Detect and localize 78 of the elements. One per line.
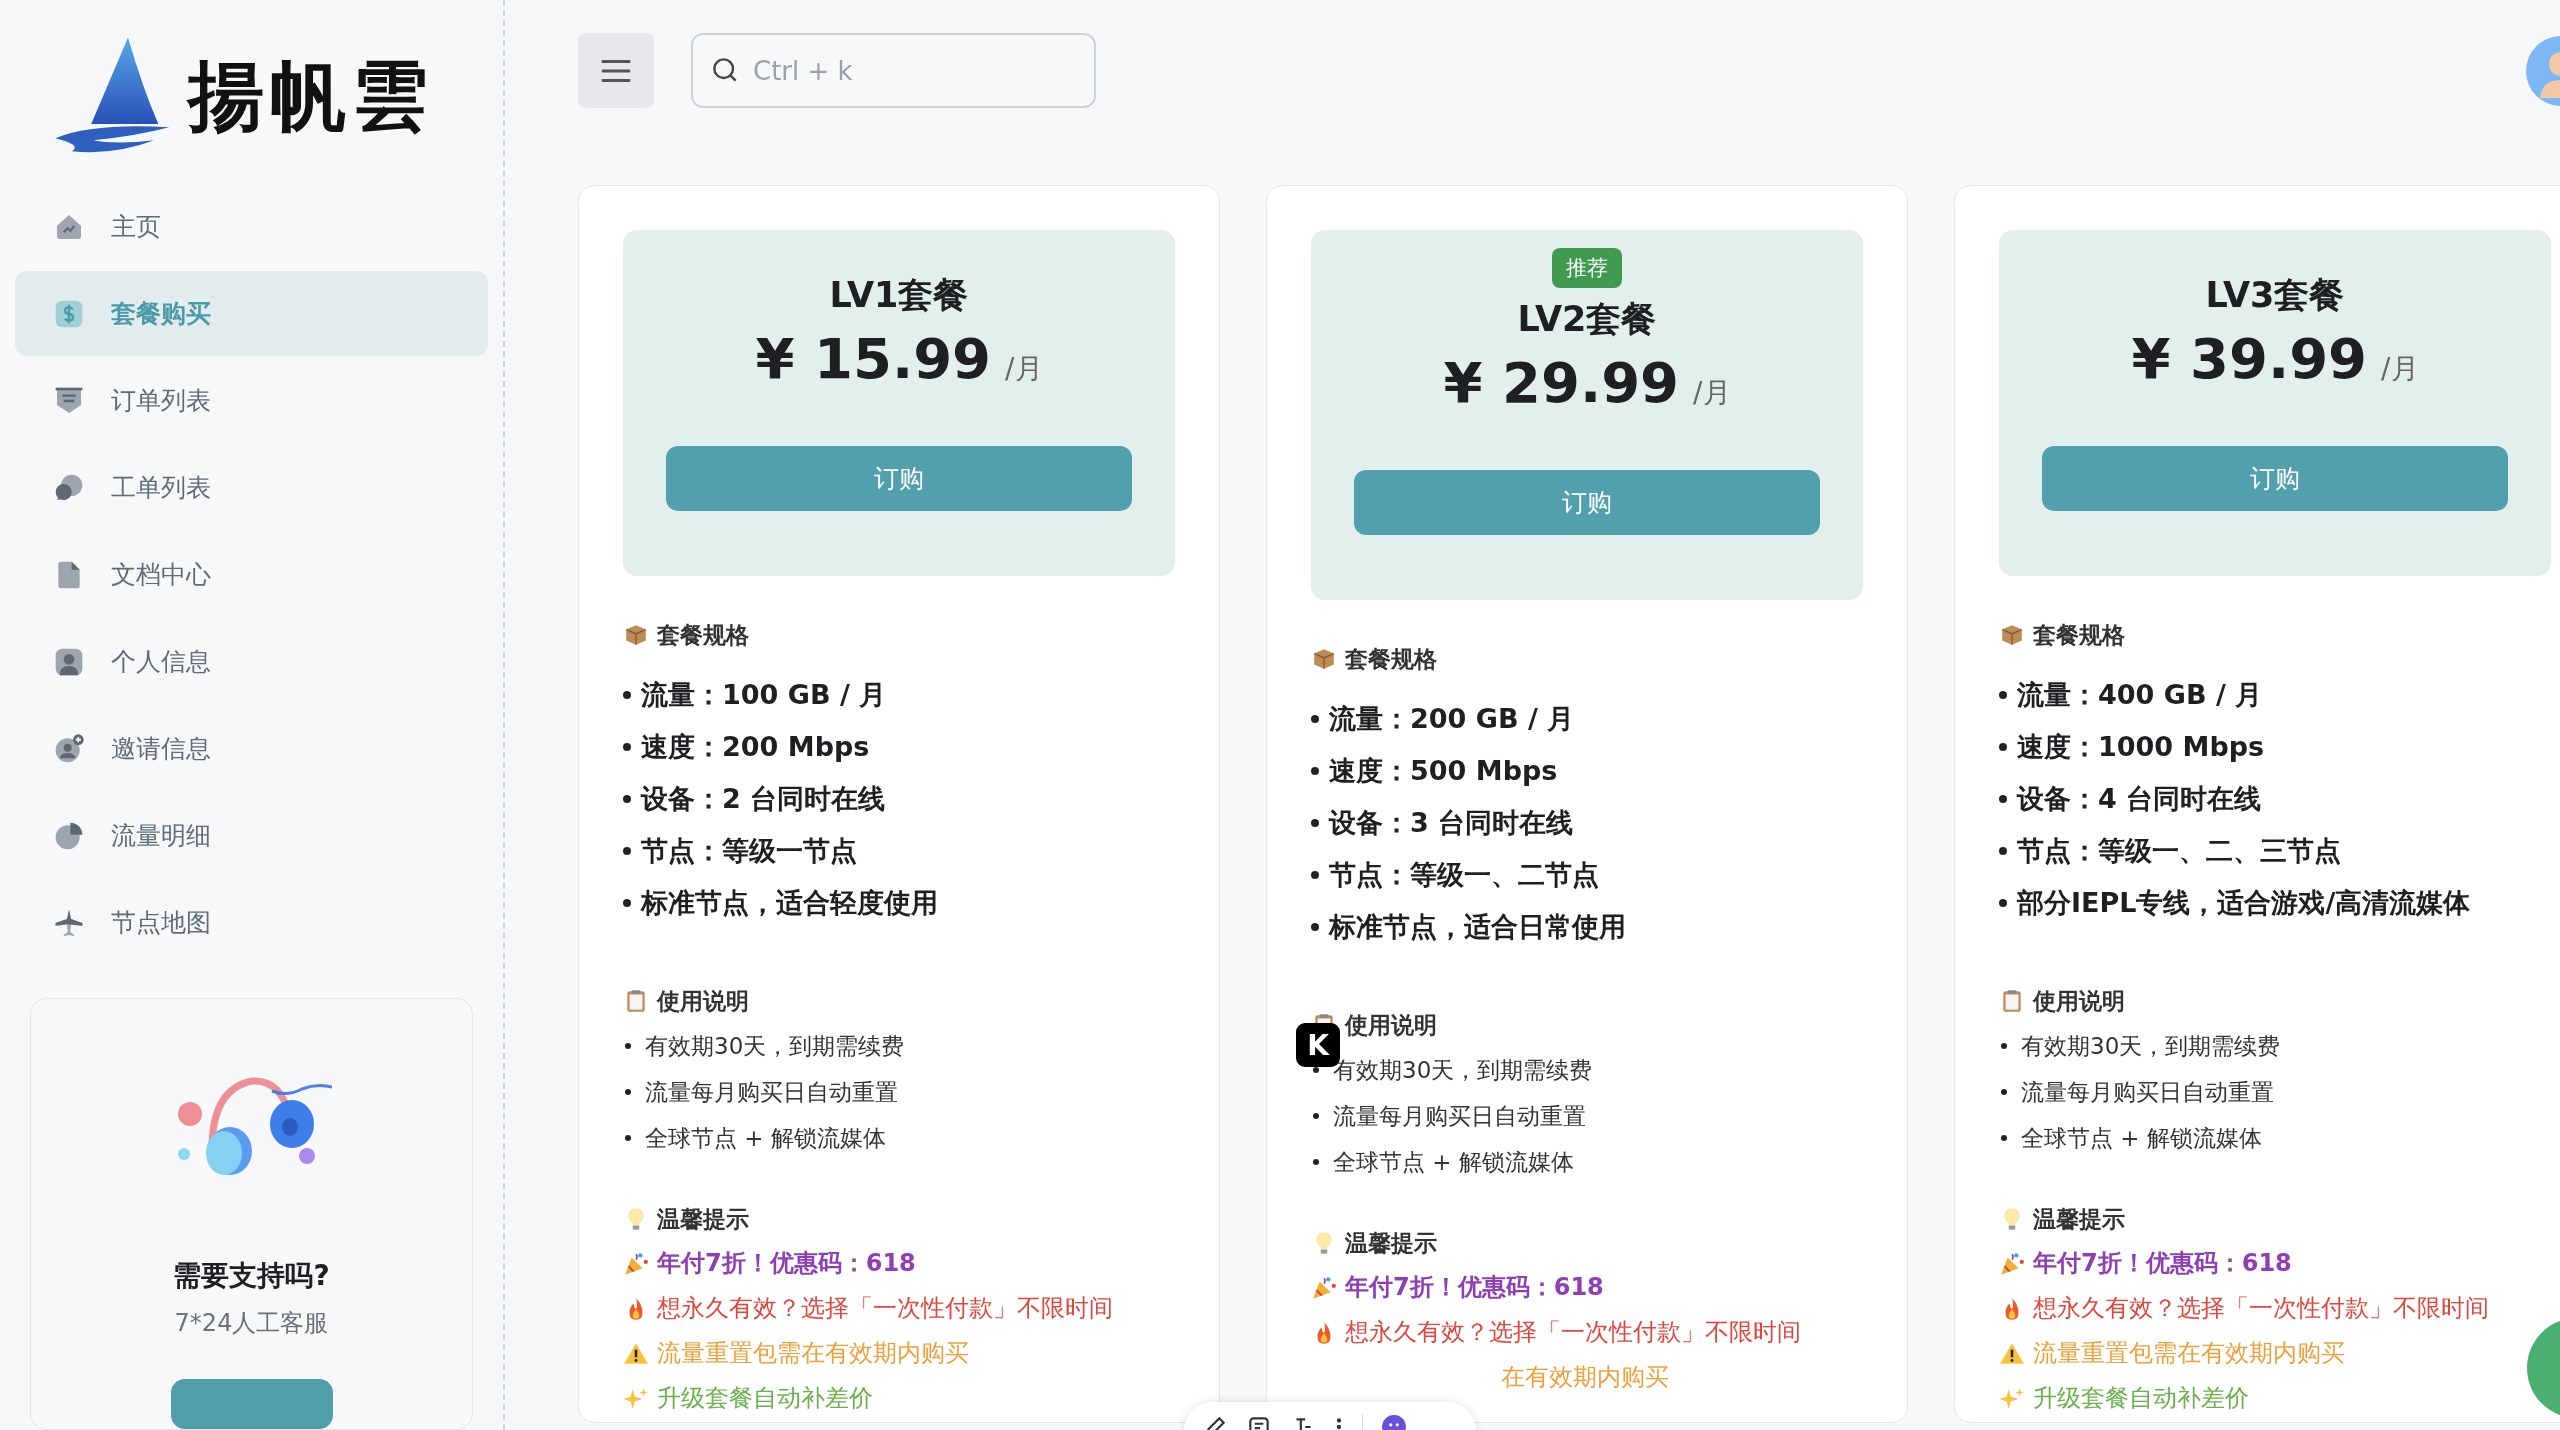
plan-name: LV1套餐 bbox=[829, 274, 969, 317]
price-unit: /月 bbox=[1693, 375, 1731, 411]
support-button[interactable] bbox=[170, 1379, 333, 1429]
tip-text: 年付7折！优惠码：618 bbox=[657, 1248, 916, 1279]
party-popper-icon bbox=[623, 1250, 649, 1277]
section-title: 套餐规格 bbox=[657, 621, 749, 650]
tip-text: 年付7折！优惠码：618 bbox=[1345, 1272, 1604, 1303]
spec-item: 节点：等级一、二、三节点 bbox=[2017, 834, 2341, 868]
spec-item: 设备：2 台同时在线 bbox=[641, 782, 886, 816]
usage-item: 流量每月购买日自动重置 bbox=[2021, 1078, 2274, 1107]
tip-text: 升级套餐自动补差价 bbox=[657, 1383, 873, 1414]
spec-item: 流量：400 GB / 月 bbox=[2017, 678, 2263, 712]
package-icon bbox=[1999, 622, 2025, 648]
tip-text: 年付7折！优惠码：618 bbox=[2033, 1248, 2292, 1279]
sidebar-item[interactable]: 主页 bbox=[15, 184, 488, 269]
usage-item: 全球节点 + 解锁流媒体 bbox=[2021, 1124, 2262, 1153]
tip-text: 想永久有效？选择「一次性付款」不限时间 bbox=[1345, 1317, 1801, 1348]
subscribe-button[interactable]: 订购 bbox=[2042, 446, 2508, 511]
usage-item: 有效期30天，到期需续费 bbox=[2021, 1032, 2281, 1061]
party-popper-icon bbox=[1311, 1274, 1337, 1301]
plan-name: LV3套餐 bbox=[2205, 274, 2345, 317]
spec-item: 设备：3 台同时在线 bbox=[1329, 806, 1574, 840]
usage-item: 全球节点 + 解锁流媒体 bbox=[645, 1124, 886, 1153]
sidebar-item[interactable]: 流量明细 bbox=[15, 793, 488, 878]
subscribe-button[interactable]: 订购 bbox=[1354, 470, 1820, 535]
recommended-badge: 推荐 bbox=[1552, 248, 1622, 288]
spec-item: 速度：200 Mbps bbox=[641, 730, 870, 764]
spec-item: 速度：500 Mbps bbox=[1329, 754, 1558, 788]
logo-text: 揚帆雲 bbox=[187, 49, 434, 142]
spec-item: 标准节点，适合日常使用 bbox=[1329, 910, 1626, 944]
section-title: 套餐规格 bbox=[2033, 621, 2125, 650]
package-icon bbox=[623, 622, 649, 648]
tip-text: 想永久有效？选择「一次性付款」不限时间 bbox=[2033, 1293, 2489, 1324]
plan-name: LV2套餐 bbox=[1517, 298, 1657, 341]
tip-text: 流量重置包需在有效期内购买 bbox=[657, 1338, 969, 1369]
search-field[interactable]: Ctrl + k bbox=[691, 33, 1096, 108]
section-title: 温馨提示 bbox=[1345, 1229, 1437, 1258]
sidebar-item[interactable]: 邀请信息 bbox=[15, 706, 488, 791]
party-popper-icon bbox=[1999, 1250, 2025, 1277]
sidebar-item[interactable]: 套餐购买 bbox=[15, 271, 488, 356]
menu-button[interactable] bbox=[578, 33, 654, 108]
support-title: 需要支持吗? bbox=[173, 1258, 330, 1294]
spec-item: 标准节点，适合轻度使用 bbox=[641, 886, 938, 920]
sidebar-item[interactable]: 个人信息 bbox=[15, 619, 488, 704]
plan-price: ¥ 15.99 bbox=[755, 325, 992, 393]
sidebar-item[interactable]: 工单列表 bbox=[15, 445, 488, 530]
section-title: 温馨提示 bbox=[2033, 1205, 2125, 1234]
person-add-icon bbox=[53, 732, 85, 765]
plan-price: ¥ 29.99 bbox=[1443, 349, 1680, 417]
section-title: 使用说明 bbox=[657, 987, 749, 1016]
sidebar-item[interactable]: 文档中心 bbox=[15, 532, 488, 617]
spec-item: 流量：200 GB / 月 bbox=[1329, 702, 1575, 736]
tip-text: 在有效期内购买 bbox=[1501, 1362, 1669, 1393]
usage-item: 有效期30天，到期需续费 bbox=[645, 1032, 905, 1061]
usage-item: 流量每月购买日自动重置 bbox=[645, 1078, 898, 1107]
tip-text: 流量重置包需在有效期内购买 bbox=[2033, 1338, 2345, 1369]
support-subtitle: 7*24人工客服 bbox=[174, 1308, 329, 1339]
plan-price: ¥ 39.99 bbox=[2131, 325, 2368, 393]
spec-item: 部分IEPL专线，适合游戏/高清流媒体 bbox=[2017, 886, 2471, 920]
section-title: 套餐规格 bbox=[1345, 645, 1437, 674]
spec-item: 流量：100 GB / 月 bbox=[641, 678, 887, 712]
section-title: 使用说明 bbox=[2033, 987, 2125, 1016]
tip-text: 升级套餐自动补差价 bbox=[2033, 1383, 2249, 1414]
usage-item: 全球节点 + 解锁流媒体 bbox=[1333, 1148, 1574, 1177]
subscribe-button[interactable]: 订购 bbox=[666, 446, 1132, 511]
tip-text: 想永久有效？选择「一次性付款」不限时间 bbox=[657, 1293, 1113, 1324]
section-title: 温馨提示 bbox=[657, 1205, 749, 1234]
spec-item: 速度：1000 Mbps bbox=[2017, 730, 2265, 764]
sidebar-item[interactable]: 节点地图 bbox=[15, 880, 488, 965]
sidebar-item[interactable]: 订单列表 bbox=[15, 358, 488, 443]
section-title: 使用说明 bbox=[1345, 1011, 1437, 1040]
spec-item: 节点：等级一节点 bbox=[641, 834, 857, 868]
package-icon bbox=[1311, 646, 1337, 672]
price-unit: /月 bbox=[1005, 351, 1043, 387]
usage-item: 流量每月购买日自动重置 bbox=[1333, 1102, 1586, 1131]
spec-item: 设备：4 台同时在线 bbox=[2017, 782, 2262, 816]
price-unit: /月 bbox=[2381, 351, 2419, 387]
spec-item: 节点：等级一、二节点 bbox=[1329, 858, 1599, 892]
